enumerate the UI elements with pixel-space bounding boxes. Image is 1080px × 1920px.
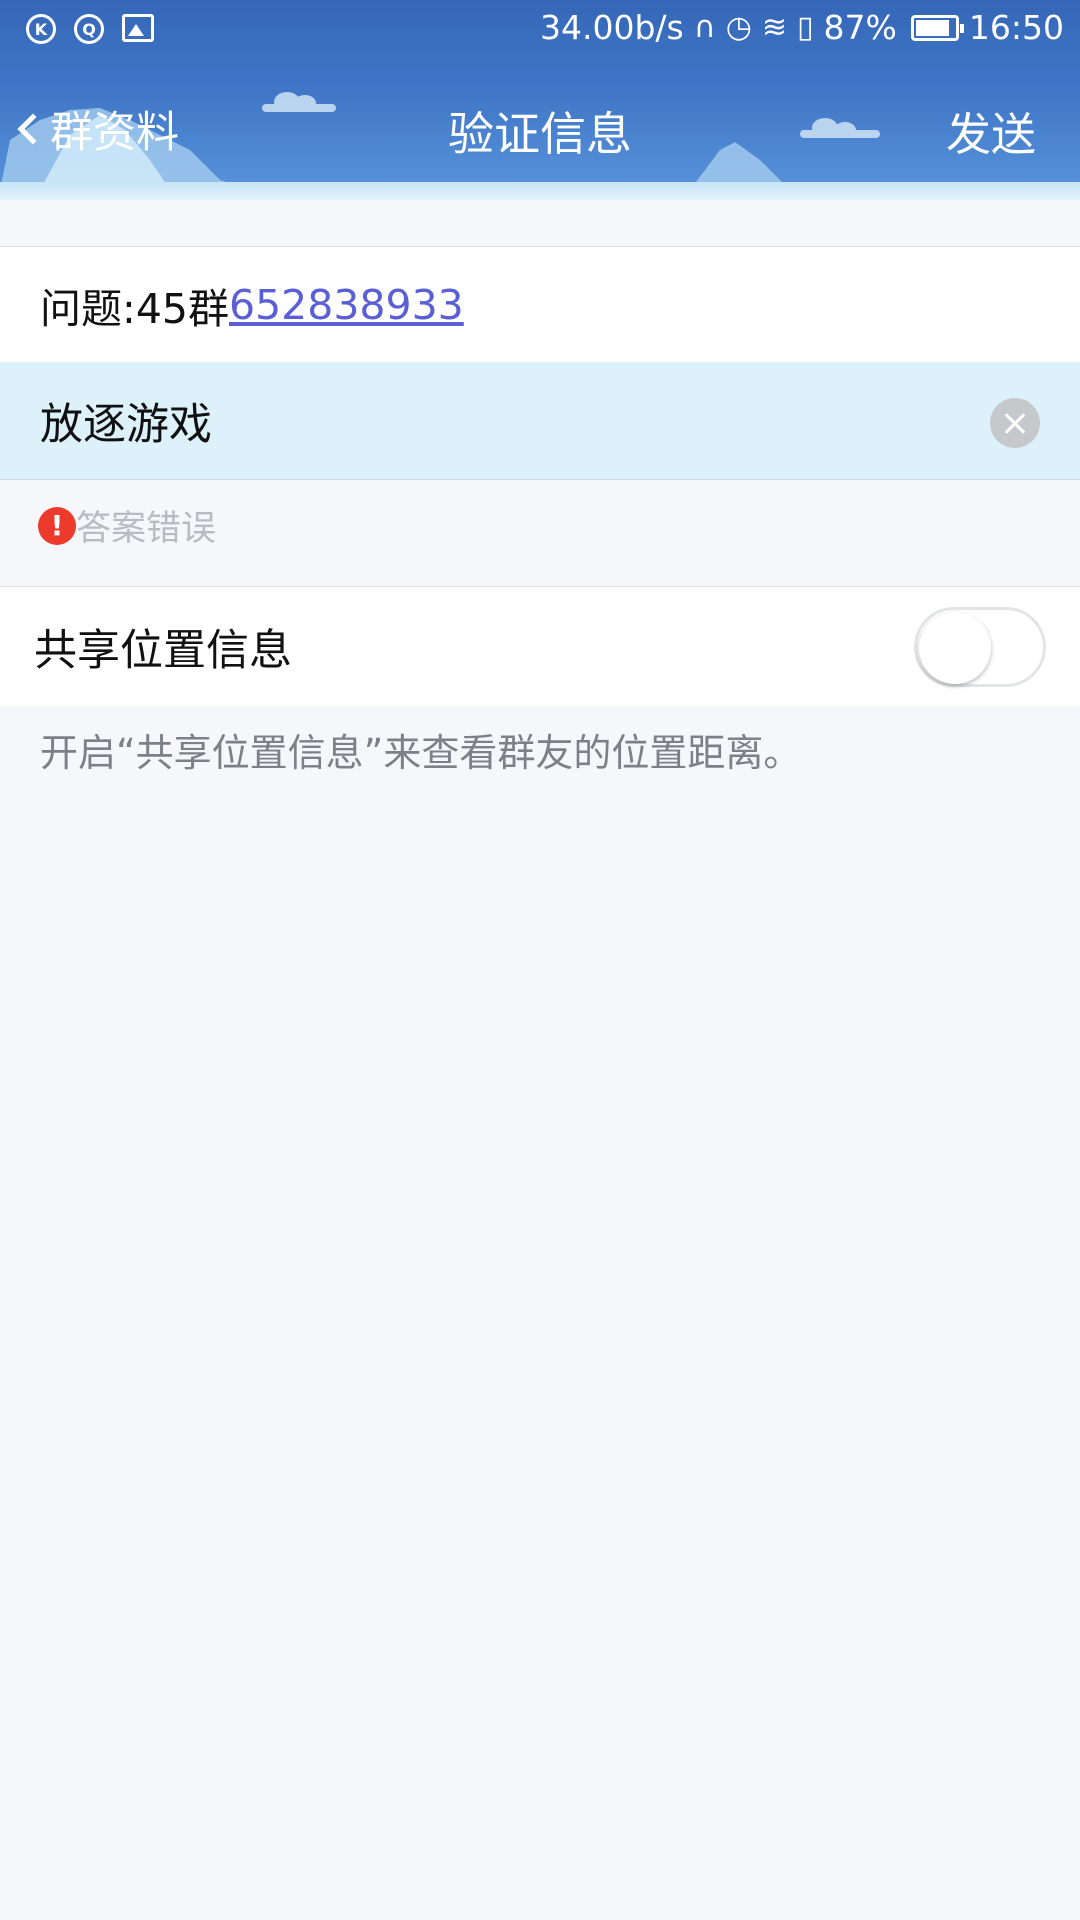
battery-percent: 87% (823, 8, 897, 47)
header: K Q 34.00b/s ∩ ◷ ≋ ▯ 87% 16:50 群资料 验证信息 … (0, 0, 1080, 200)
alarm-icon: ◷ (725, 10, 752, 45)
question-row: 问题:45群 652838933 (0, 246, 1080, 362)
toggle-knob (919, 612, 991, 684)
error-text: 答案错误 (76, 509, 217, 549)
clock: 16:50 (968, 8, 1064, 47)
page-title: 验证信息 (448, 107, 632, 161)
battery-level (915, 19, 949, 36)
question-prefix: 问题:45群 (40, 284, 229, 333)
share-location-hint: 开启“共享位置信息”来查看群友的位置距离。 (40, 731, 802, 775)
battery-icon (910, 14, 964, 41)
answer-input[interactable]: 放逐游戏 (0, 362, 1080, 480)
network-speed: 34.00b/s (539, 8, 684, 47)
send-button[interactable]: 发送 (946, 98, 1036, 163)
qq-icon: Q (74, 14, 104, 44)
headphones-icon: ∩ (693, 10, 716, 45)
kugou-icon: K (26, 14, 56, 44)
error-icon: ! (38, 506, 76, 545)
status-bar: K Q 34.00b/s ∩ ◷ ≋ ▯ 87% 16:50 (0, 0, 1080, 62)
share-location-label: 共享位置信息 (34, 625, 292, 676)
sim-icon: ▯ (797, 10, 814, 45)
error-message: ! 答案错误 (38, 500, 216, 551)
answer-value: 放逐游戏 (40, 399, 212, 450)
header-bottom-band (0, 182, 1080, 200)
clear-icon[interactable] (990, 398, 1040, 448)
share-location-row: 共享位置信息 (0, 586, 1080, 706)
share-location-toggle[interactable] (914, 607, 1046, 687)
wifi-icon: ≋ (761, 10, 788, 45)
gallery-icon (122, 14, 154, 42)
title-bar: 群资料 验证信息 发送 (0, 62, 1080, 182)
question-group-link[interactable]: 652838933 (229, 281, 464, 329)
